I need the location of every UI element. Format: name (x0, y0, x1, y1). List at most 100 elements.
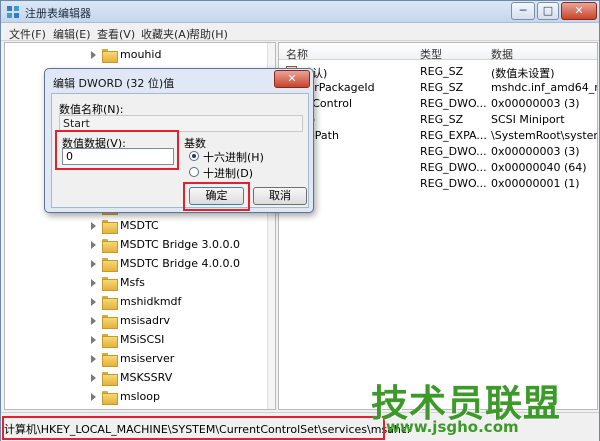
value-row[interactable]: verPackageIdREG_SZmshdc.inf_amd64_neutr (279, 79, 597, 95)
folder-icon (102, 49, 118, 63)
tree-item[interactable]: mshidkmdf (5, 293, 265, 312)
value-data: 0x00000003 (3) (491, 97, 580, 110)
close-button[interactable]: ✕ (561, 2, 597, 20)
folder-icon (102, 258, 118, 272)
value-row[interactable]: 默认) REG_SZ (数值未设置) (279, 63, 597, 80)
tree-item[interactable]: msiserver (5, 350, 265, 369)
folder-icon (102, 239, 118, 253)
tree-item-label: msloop (120, 390, 160, 403)
radio-decimal[interactable] (189, 167, 199, 177)
value-data: \SystemRoot\system32 (491, 129, 597, 142)
menu-bar: 文件(F) 编辑(E) 查看(V) 收藏夹(A) 帮助(H) (1, 23, 599, 41)
tree-item-label: MSKSSRV (120, 371, 173, 384)
value-data: SCSI Miniport (491, 113, 565, 126)
menu-favorites[interactable]: 收藏夹(A) (141, 26, 190, 42)
value-row[interactable]: tREG_DWO...0x00000003 (3) (279, 143, 597, 159)
expand-arrow-icon[interactable] (91, 298, 96, 306)
expand-arrow-icon[interactable] (91, 355, 96, 363)
radio-hex[interactable] (189, 151, 199, 161)
folder-icon (102, 296, 118, 310)
tree-item[interactable]: MSDTC Bridge 3.0.0.0 (5, 236, 265, 255)
value-type: REG_SZ (420, 113, 464, 126)
title-bar: 注册表编辑器 ─ □ ✕ (1, 1, 599, 23)
tree-item-label: MSDTC (120, 219, 159, 232)
expand-arrow-icon[interactable] (91, 51, 96, 59)
tree-item[interactable]: MSKSSRV (5, 369, 265, 388)
value-type: REG_EXPA... (420, 129, 487, 142)
value-row[interactable]: REG_DWO... 0x00000040 (64) (279, 159, 597, 175)
folder-icon (102, 220, 118, 234)
dialog-title: 编辑 DWORD (32 位)值 (53, 77, 175, 90)
tree-item[interactable]: MSPCLOCK (5, 407, 265, 410)
dialog-close-button[interactable]: ✕ (274, 70, 310, 88)
radio-hex-label[interactable]: 十六进制(H) (203, 149, 264, 165)
value-type: REG_SZ (420, 65, 464, 78)
tree-item-label: msiserver (120, 352, 175, 365)
watermark-url: www.jsgho.com (386, 418, 519, 436)
expand-arrow-icon[interactable] (91, 336, 96, 344)
value-row[interactable]: gePathREG_EXPA...\SystemRoot\system32 (279, 127, 597, 143)
tree-item[interactable]: MSDTC Bridge 4.0.0.0 (5, 255, 265, 274)
tree-item-label: mouhid (120, 48, 162, 61)
values-header: 名称 类型 数据 (279, 43, 597, 62)
value-row[interactable]: upREG_SZSCSI Miniport (279, 111, 597, 127)
value-type: REG_DWO... (420, 145, 487, 158)
value-data: 0x00000003 (3) (491, 145, 580, 158)
tree-item[interactable]: MSDTC (5, 217, 265, 236)
value-type: REG_DWO... (420, 177, 487, 190)
status-path-highlight (2, 416, 385, 440)
window-title: 注册表编辑器 (25, 7, 91, 20)
tree-item[interactable]: msloop (5, 388, 265, 407)
tree-item-label: MSDTC Bridge 3.0.0.0 (120, 238, 241, 251)
value-data-highlight (55, 130, 179, 170)
value-row[interactable]: orControl REG_DWO... 0x00000003 (3) (279, 95, 597, 111)
value-type: REG_DWO... (420, 97, 487, 110)
cancel-button[interactable]: 取消 (253, 187, 307, 205)
expand-arrow-icon[interactable] (91, 222, 96, 230)
expand-arrow-icon[interactable] (91, 241, 96, 249)
tree-item-label: mshidkmdf (120, 295, 182, 308)
tree-item-label: MSPCLOCK (120, 409, 180, 410)
column-data[interactable]: 数据 (491, 46, 513, 62)
value-row[interactable]: eREG_DWO...0x00000001 (1) (279, 175, 597, 191)
expand-arrow-icon[interactable] (91, 260, 96, 268)
column-name[interactable]: 名称 (286, 46, 308, 62)
expand-arrow-icon[interactable] (91, 374, 96, 382)
tree-item[interactable]: MSiSCSI (5, 331, 265, 350)
dialog-body: 数值名称(N): Start 数值数据(V): 0 基数 十六进制(H) 十进制… (51, 93, 309, 211)
folder-icon (102, 391, 118, 405)
folder-icon (102, 315, 118, 329)
menu-help[interactable]: 帮助(H) (189, 26, 228, 42)
tree-item[interactable]: Msfs (5, 274, 265, 293)
ok-button-highlight (183, 182, 250, 211)
expand-arrow-icon[interactable] (91, 317, 96, 325)
tree-item[interactable]: msisadrv (5, 312, 265, 331)
minimize-button[interactable]: ─ (511, 2, 535, 20)
menu-view[interactable]: 查看(V) (97, 26, 135, 42)
menu-file[interactable]: 文件(F) (9, 26, 46, 42)
folder-icon (102, 353, 118, 367)
value-data: mshdc.inf_amd64_neutr (491, 81, 597, 94)
radio-decimal-label[interactable]: 十进制(D) (203, 165, 253, 181)
tree-item-label: MSDTC Bridge 4.0.0.0 (120, 257, 241, 270)
value-data: 0x00000001 (1) (491, 177, 580, 190)
expand-arrow-icon[interactable] (91, 279, 96, 287)
folder-icon (102, 277, 118, 291)
menu-edit[interactable]: 编辑(E) (53, 26, 91, 42)
values-list[interactable]: 名称 类型 数据 默认) REG_SZ (数值未设置) verPackageId REG… (278, 42, 598, 410)
regedit-icon (7, 6, 19, 18)
tree-item[interactable]: mouhid (5, 46, 265, 65)
expand-arrow-icon[interactable] (91, 393, 96, 401)
column-type[interactable]: 类型 (420, 46, 442, 62)
value-type: REG_DWO... (420, 161, 487, 174)
tree-item-label: Msfs (120, 276, 145, 289)
value-type: REG_SZ (420, 81, 464, 94)
folder-icon (102, 372, 118, 386)
tree-item-label: msisadrv (120, 314, 170, 327)
tree-item-label: MSiSCSI (120, 333, 165, 346)
maximize-button[interactable]: □ (537, 2, 559, 20)
value-data: 0x00000040 (64) (491, 161, 587, 174)
folder-icon (102, 334, 118, 348)
registry-editor-window: 注册表编辑器 ─ □ ✕ 文件(F) 编辑(E) 查看(V) 收藏夹(A) 帮助… (0, 0, 600, 441)
edit-dword-dialog: 编辑 DWORD (32 位)值 ✕ 数值名称(N): Start 数值数据(V… (44, 68, 314, 213)
